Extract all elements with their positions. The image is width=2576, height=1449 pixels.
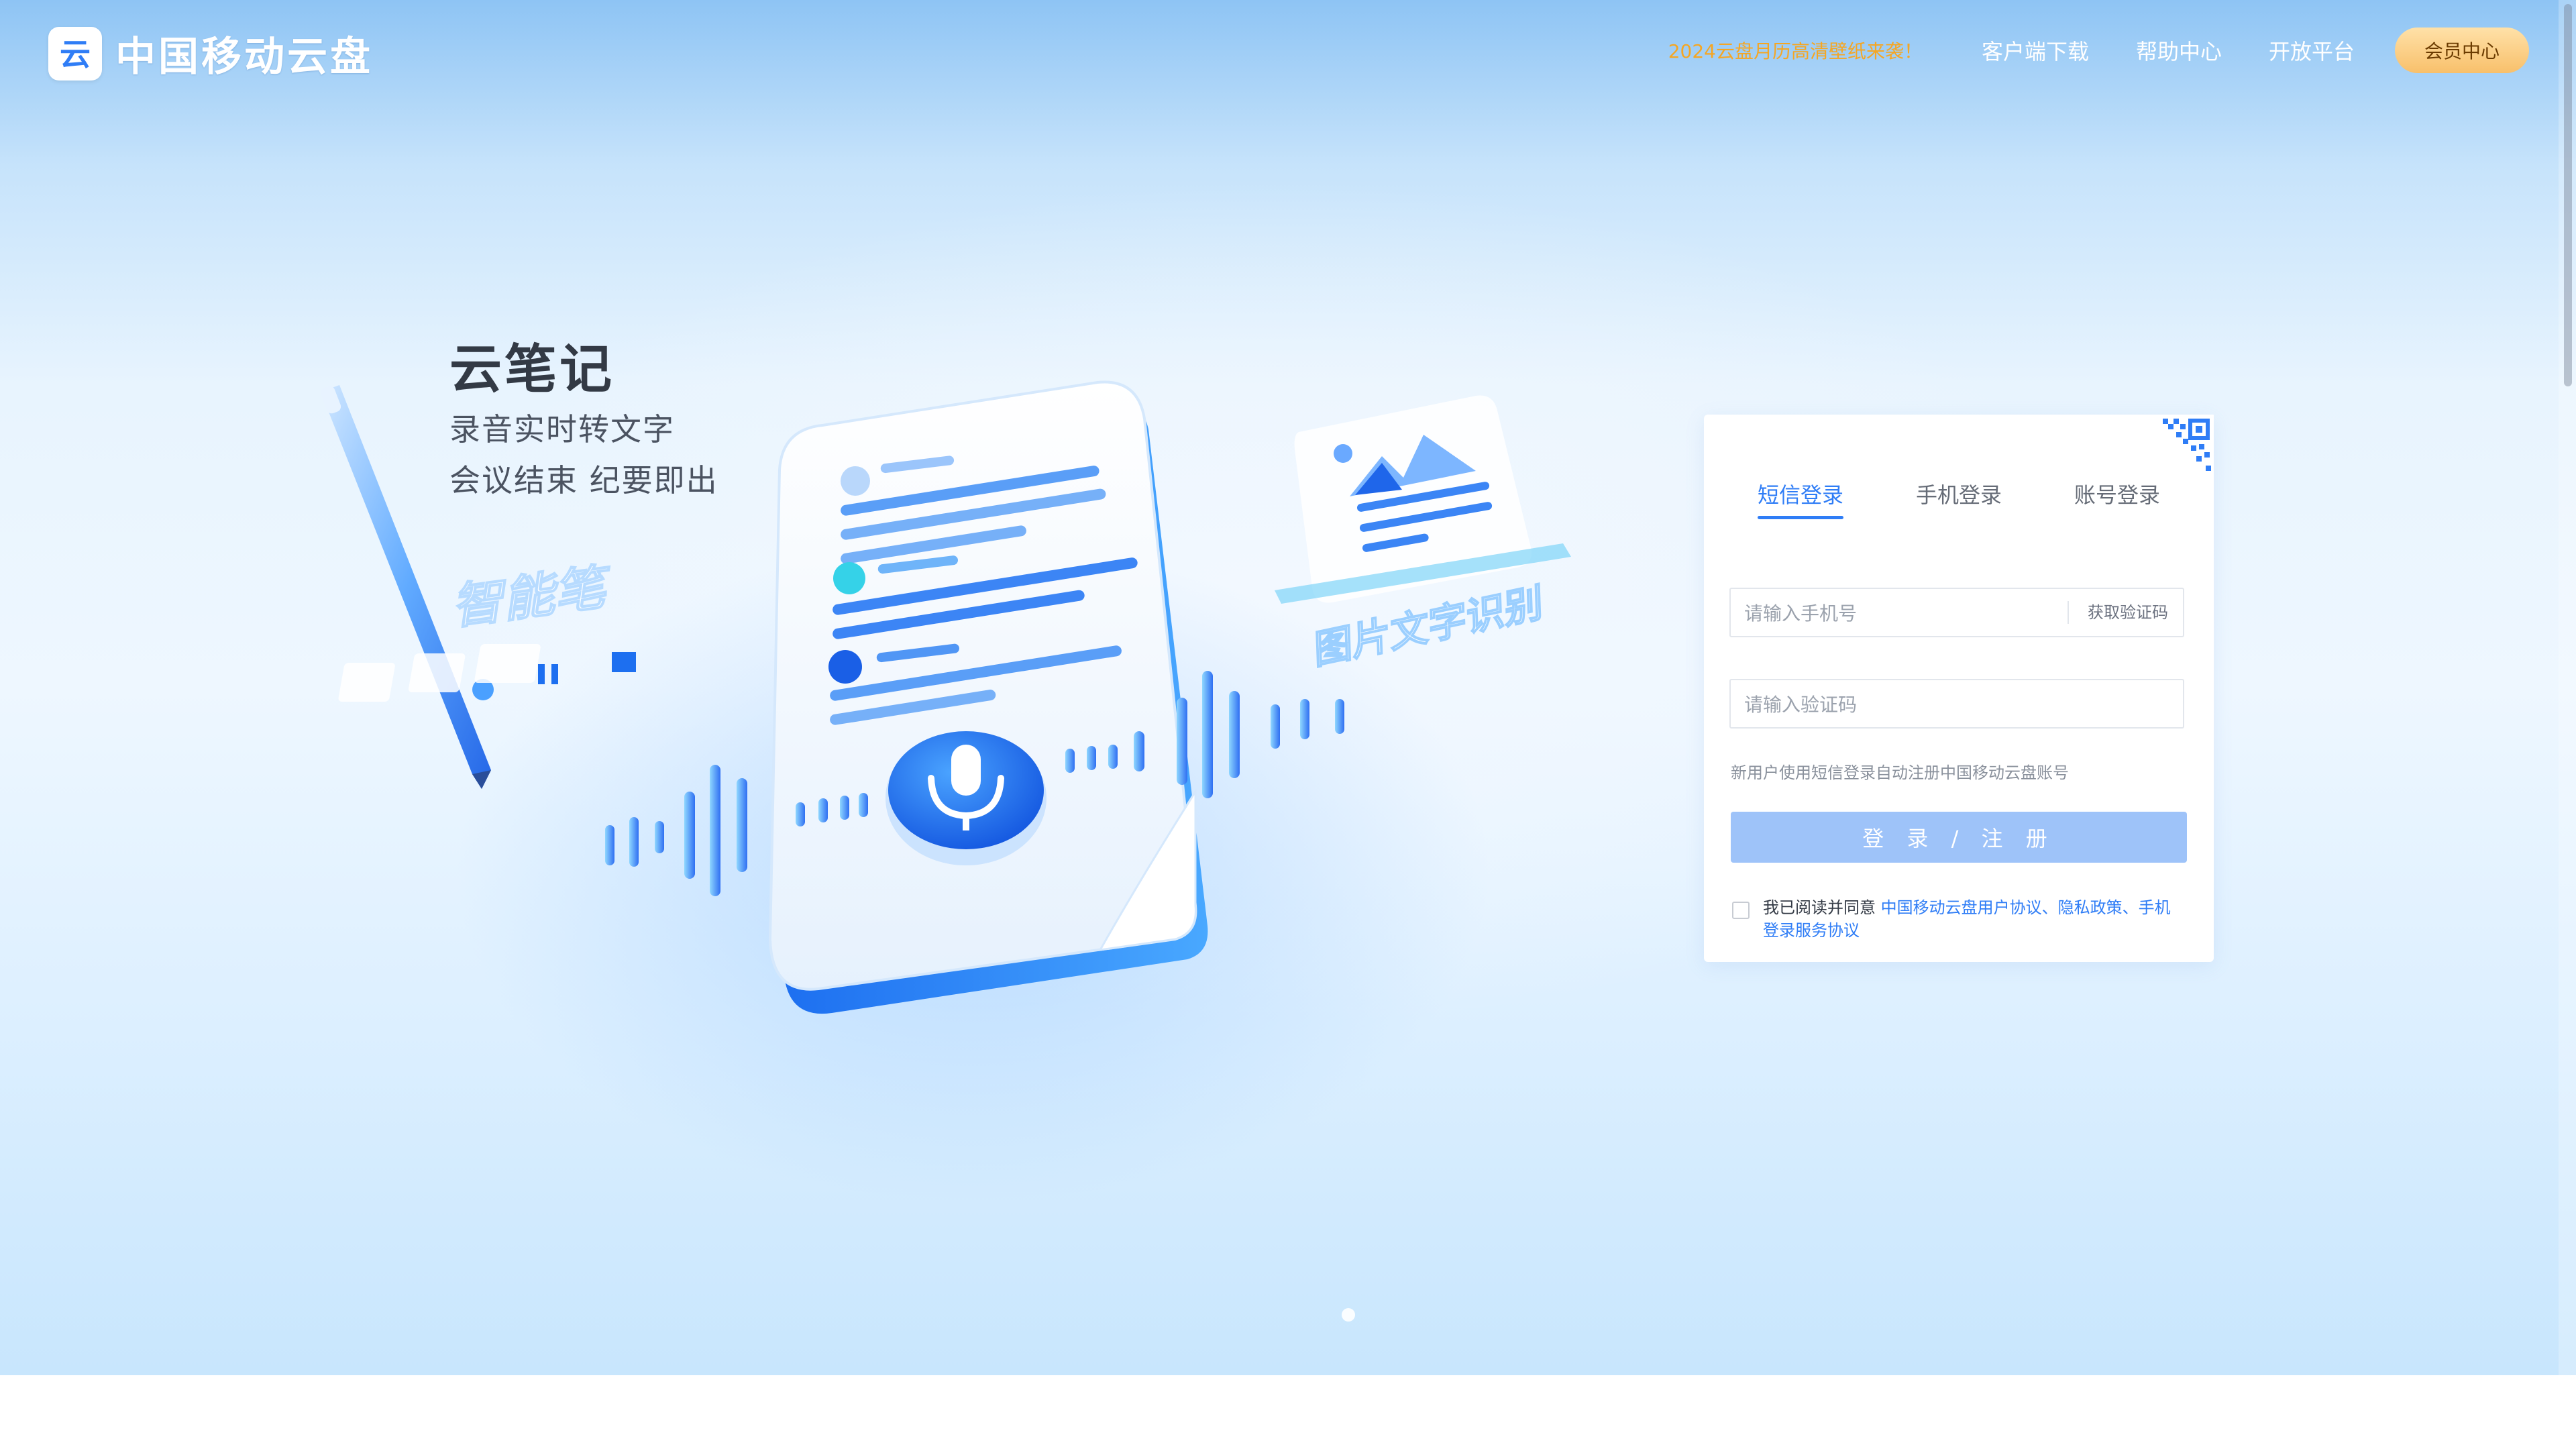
scrollbar-thumb[interactable]	[2564, 4, 2572, 386]
get-code-button[interactable]: 获取验证码	[2068, 601, 2168, 624]
hero-banner: 云 中国移动云盘 2024云盘月历高清壁纸来袭！ 客户端下载 帮助中心 开放平台…	[0, 0, 2576, 1375]
login-card: 短信登录 手机登录 账号登录 获取验证码 新用户使用短信登录自动注册中国移动云盘…	[1704, 415, 2214, 962]
promo-line-1: 录音实时转文字	[449, 411, 675, 447]
agreement-prefix: 我已阅读并同意	[1763, 898, 1881, 917]
code-field	[1729, 679, 2184, 729]
active-tab-indicator	[1758, 516, 1843, 519]
pen-controls	[338, 644, 636, 702]
register-hint: 新用户使用短信登录自动注册中国移动云盘账号	[1731, 763, 2069, 782]
phone-input[interactable]	[1743, 589, 2047, 637]
promo-title: 云笔记	[449, 339, 615, 400]
pen-label: 智能笔	[451, 557, 613, 635]
promo-line-2: 会议结束 纪要即出	[449, 462, 718, 498]
tab-account-login[interactable]: 账号登录	[2074, 478, 2160, 509]
qr-code-icon[interactable]	[2147, 415, 2214, 482]
tab-sms-login[interactable]: 短信登录	[1758, 478, 1843, 509]
image-icon	[1275, 395, 1571, 604]
phone-field: 获取验证码	[1729, 588, 2184, 637]
tab-phone-login[interactable]: 手机登录	[1916, 478, 2002, 509]
microphone-icon	[885, 731, 1046, 865]
agreement-text: 我已阅读并同意 中国移动云盘用户协议、隐私政策、手机登录服务协议	[1763, 896, 2186, 942]
verification-code-input[interactable]	[1743, 680, 2047, 729]
carousel-dot[interactable]	[1342, 1308, 1355, 1322]
document-stack	[768, 380, 1208, 1014]
agree-checkbox[interactable]	[1732, 902, 1750, 919]
page-scrollbar[interactable]	[2559, 0, 2576, 1375]
login-register-button[interactable]: 登 录 / 注 册	[1731, 812, 2187, 863]
login-tabs: 短信登录 手机登录 账号登录	[1704, 478, 2214, 525]
